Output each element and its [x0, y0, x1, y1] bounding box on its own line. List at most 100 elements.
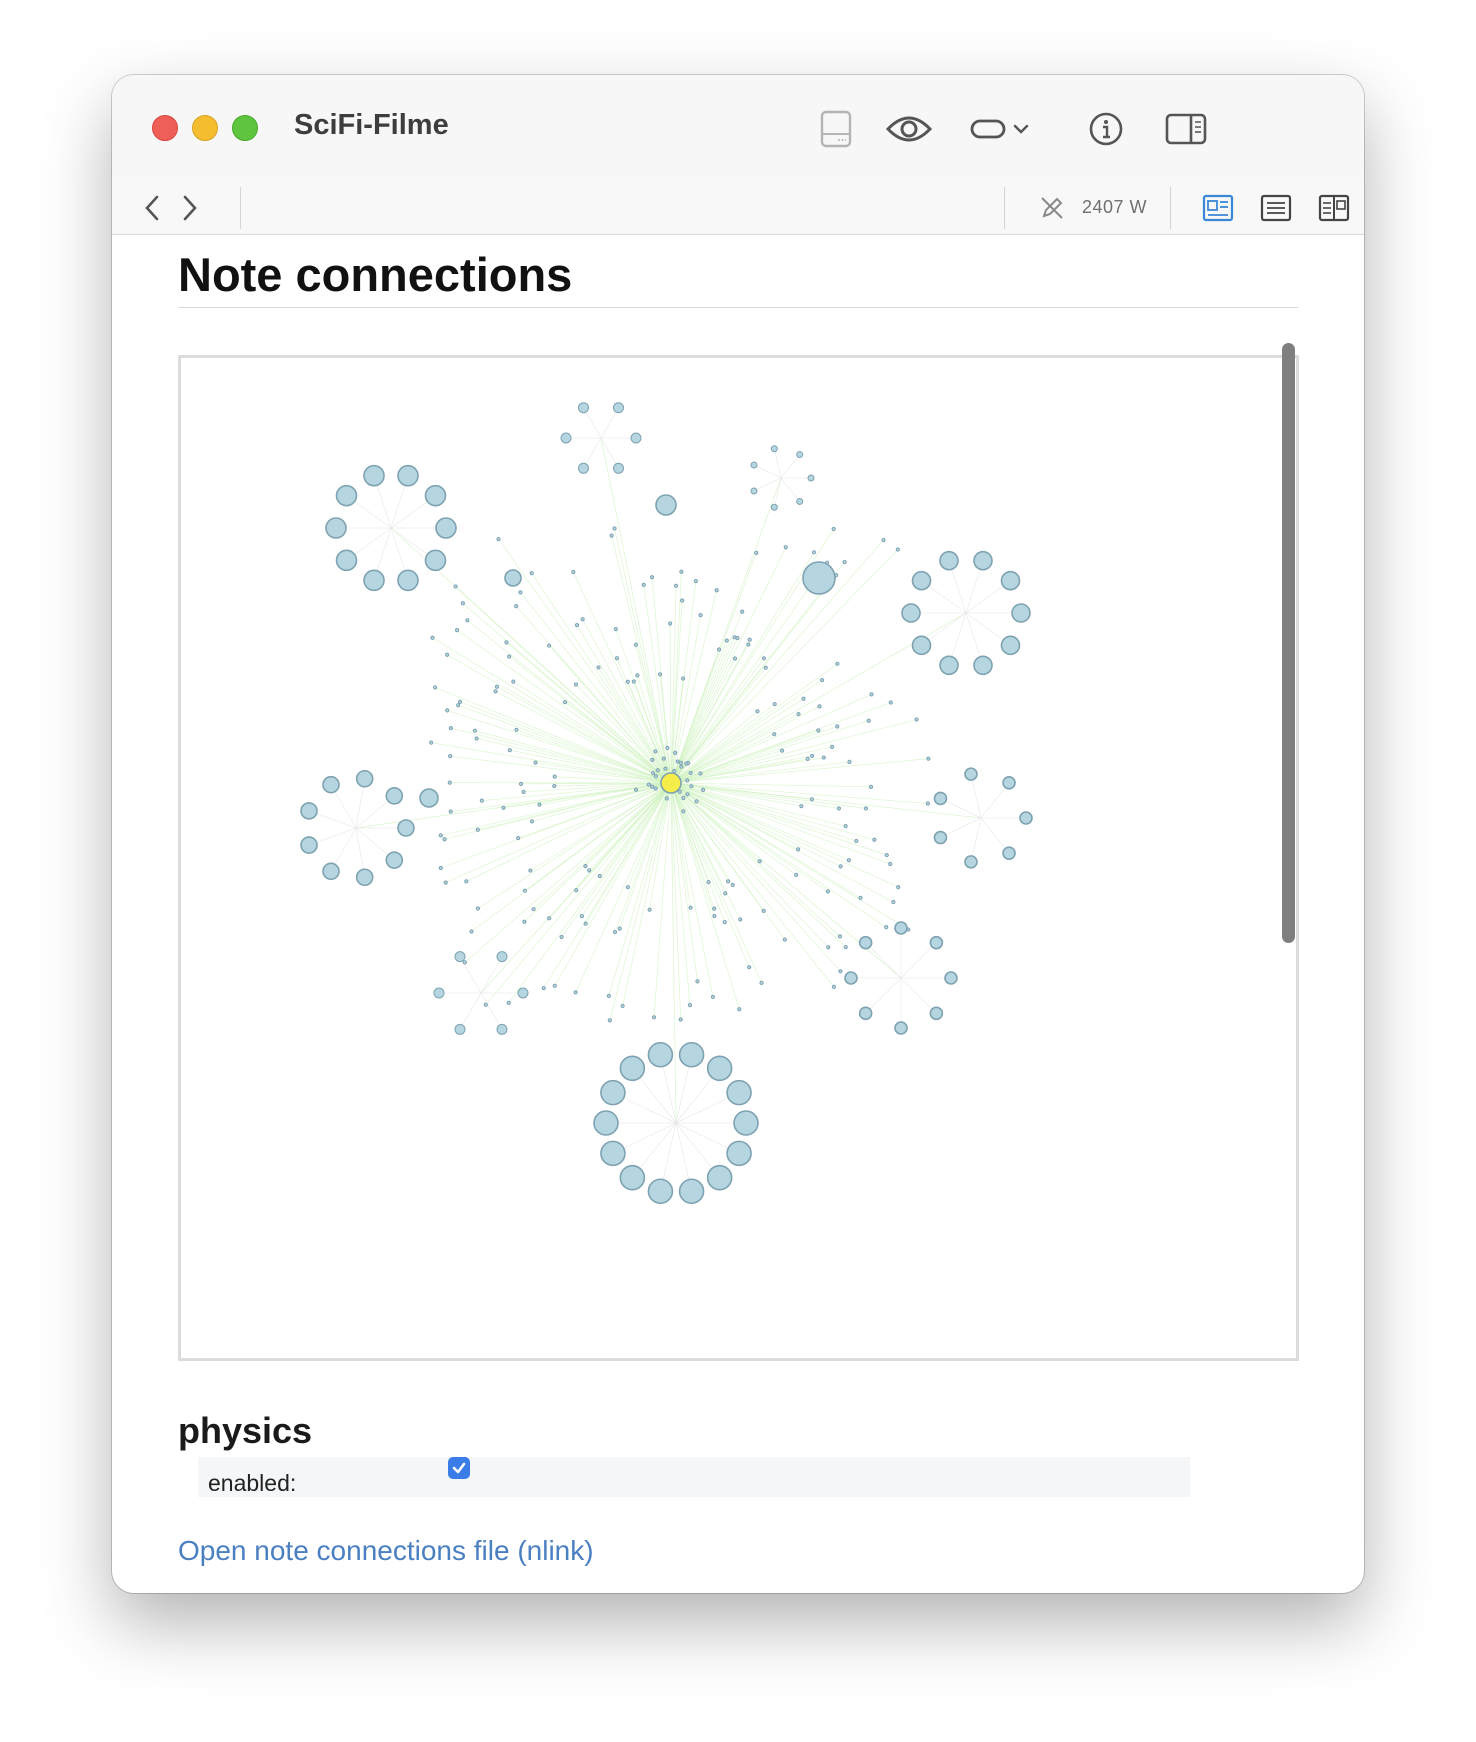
graph-node[interactable] [881, 537, 886, 543]
graph-node[interactable] [617, 926, 622, 931]
graph-node[interactable] [738, 917, 743, 922]
graph-node[interactable] [475, 827, 480, 832]
graph-node[interactable] [710, 994, 716, 999]
graph-node[interactable] [609, 533, 614, 538]
graph-node[interactable] [847, 759, 852, 765]
graph-node[interactable] [653, 774, 658, 779]
graph-node[interactable] [755, 709, 760, 714]
graph-node[interactable] [761, 908, 766, 913]
graph-node[interactable] [424, 484, 447, 507]
graph-node[interactable] [322, 775, 340, 794]
graph-node[interactable] [521, 789, 526, 794]
graph-node[interactable] [929, 1006, 944, 1021]
graph-node[interactable] [552, 983, 557, 988]
graph-node[interactable] [465, 618, 470, 623]
graph-node[interactable] [596, 665, 601, 670]
graph-node[interactable] [444, 652, 450, 657]
graph-node[interactable] [578, 462, 589, 474]
graph-node[interactable] [625, 679, 630, 684]
graph-node[interactable] [724, 638, 729, 643]
graph-node[interactable] [661, 756, 666, 761]
graph-node[interactable] [693, 579, 698, 584]
graph-node[interactable] [706, 880, 711, 885]
graph-node[interactable] [559, 934, 564, 940]
graph-node[interactable] [335, 549, 358, 572]
graph-node[interactable] [397, 464, 419, 487]
graph-node[interactable] [653, 749, 658, 754]
graph-node[interactable] [363, 569, 385, 592]
graph-node[interactable] [649, 575, 655, 580]
graph-node[interactable] [973, 655, 993, 676]
graph-node[interactable] [737, 1007, 742, 1012]
graph-node[interactable] [805, 756, 810, 761]
graph-node[interactable] [835, 661, 840, 666]
graph-node[interactable] [494, 684, 500, 689]
graph-node[interactable] [541, 986, 546, 991]
graph-node[interactable] [858, 935, 873, 950]
graph-node[interactable] [472, 728, 477, 733]
graph-node[interactable] [433, 987, 445, 999]
graph-node[interactable] [633, 787, 639, 792]
graph-node[interactable] [552, 774, 557, 779]
graph-node[interactable] [430, 635, 435, 640]
graph-node[interactable] [600, 1079, 626, 1106]
graph-node[interactable] [496, 537, 501, 542]
graph-node[interactable] [529, 819, 535, 824]
graph-node[interactable] [772, 732, 777, 737]
graph-node[interactable] [385, 851, 404, 869]
graph-node[interactable] [560, 432, 572, 444]
graph-node[interactable] [456, 703, 461, 708]
graph-node[interactable] [435, 517, 457, 539]
graph-node[interactable] [939, 655, 959, 676]
graph-node[interactable] [733, 1110, 759, 1136]
graph-node[interactable] [300, 836, 318, 854]
graph-node[interactable] [583, 921, 588, 926]
graph-node[interactable] [681, 676, 686, 681]
graph-node[interactable] [673, 583, 679, 588]
graph-node[interactable] [933, 830, 948, 845]
graph-node[interactable] [689, 784, 694, 789]
graph-node[interactable] [511, 679, 516, 684]
graph-node[interactable] [462, 960, 467, 965]
graph-node[interactable] [504, 640, 509, 645]
enabled-checkbox[interactable] [448, 1457, 470, 1479]
graph-node[interactable] [761, 656, 767, 661]
graph-node[interactable] [810, 753, 815, 759]
graph-node[interactable] [826, 945, 831, 950]
graph-node[interactable] [574, 623, 580, 628]
graph-node[interactable] [735, 635, 740, 641]
graph-node[interactable] [625, 885, 630, 890]
graph-node[interactable] [831, 526, 836, 532]
graph-node[interactable] [454, 628, 460, 633]
graph-node[interactable] [607, 1018, 612, 1023]
graph-node[interactable] [573, 682, 579, 687]
graph-node[interactable] [809, 797, 814, 802]
graph-node[interactable] [939, 550, 959, 571]
graph-node[interactable] [1002, 776, 1016, 790]
graph-node[interactable] [507, 748, 512, 753]
graph-node[interactable] [448, 809, 453, 814]
graph-node[interactable] [646, 782, 651, 787]
graph-node[interactable] [796, 497, 804, 505]
graph-canvas[interactable] [181, 358, 1296, 1358]
graph-node[interactable] [516, 835, 521, 841]
graph-node[interactable] [547, 916, 552, 921]
graph-node[interactable] [678, 1017, 683, 1022]
graph-node[interactable] [831, 984, 837, 989]
graph-node[interactable] [612, 929, 618, 935]
graph-node[interactable] [445, 708, 450, 713]
graph-node[interactable] [1000, 570, 1021, 591]
graph-node[interactable] [706, 1164, 733, 1191]
graph-node[interactable] [836, 806, 842, 811]
graph-node[interactable] [770, 445, 778, 453]
graph-node[interactable] [668, 621, 673, 626]
graph-node[interactable] [419, 788, 439, 808]
graph-node[interactable] [868, 784, 874, 789]
graph-node[interactable] [464, 879, 469, 884]
graph-node[interactable] [507, 654, 512, 659]
graph-node[interactable] [783, 545, 788, 550]
graph-node[interactable] [562, 700, 568, 705]
graph-node[interactable] [673, 750, 678, 755]
graph-node[interactable] [655, 494, 677, 516]
graph-node[interactable] [522, 919, 527, 924]
